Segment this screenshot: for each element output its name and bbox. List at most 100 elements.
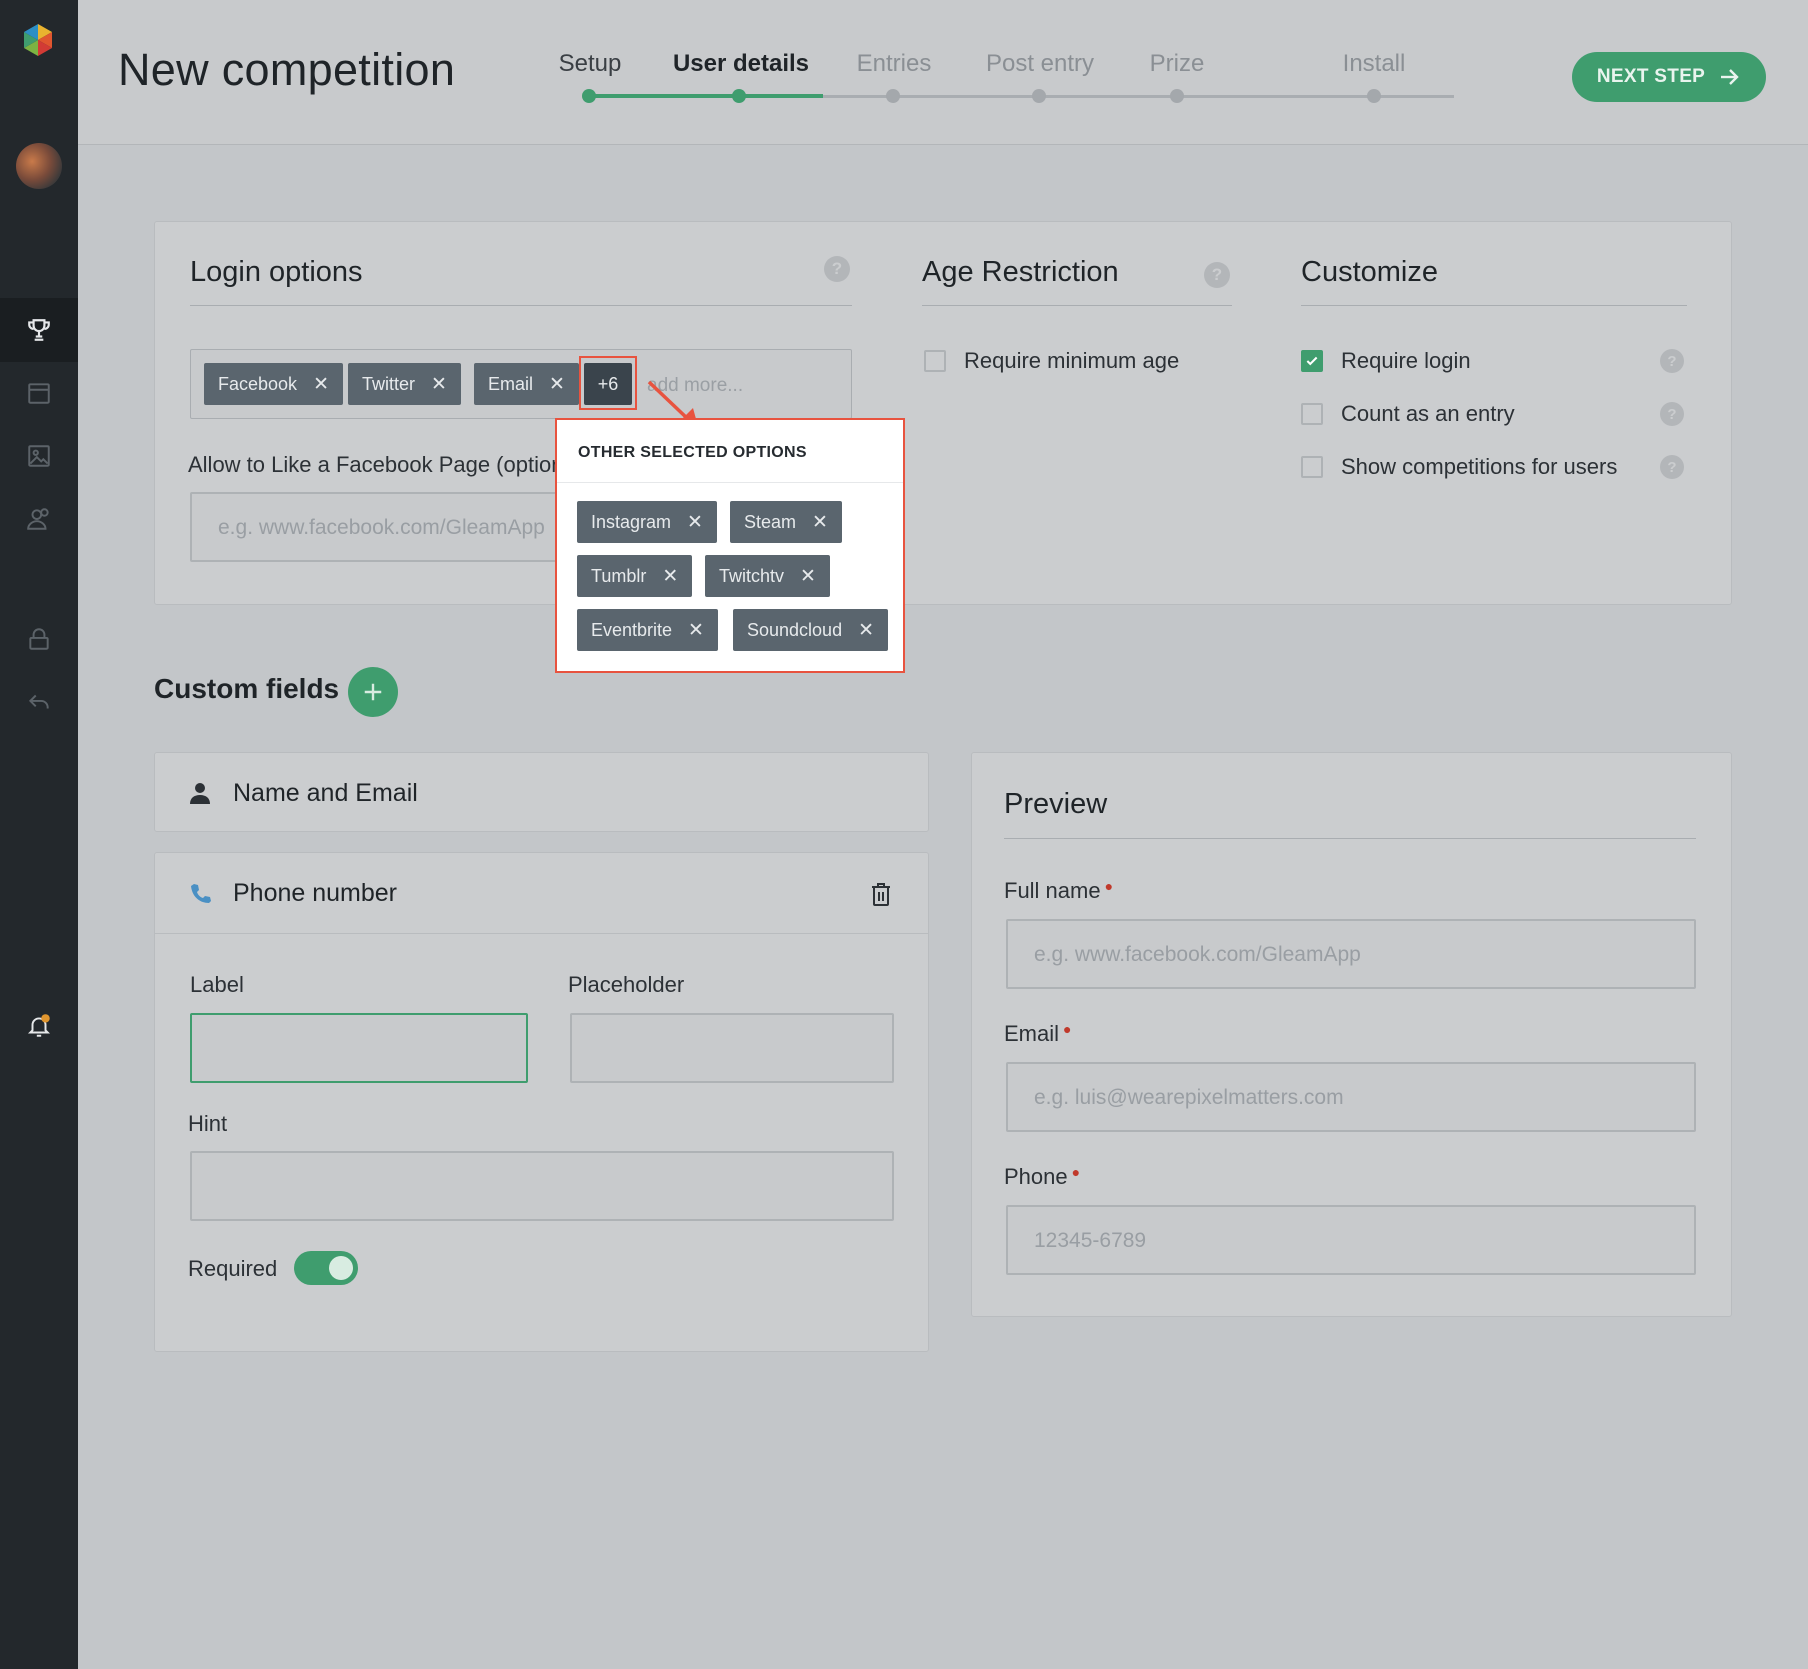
- login-options-help-icon[interactable]: ?: [824, 256, 850, 282]
- show-competitions-help-icon[interactable]: ?: [1660, 455, 1684, 479]
- close-icon[interactable]: ✕: [858, 619, 874, 642]
- require-min-age-option[interactable]: Require minimum age: [924, 348, 1179, 374]
- require-login-option[interactable]: Require login: [1301, 348, 1471, 374]
- preview-title: Preview: [1004, 788, 1108, 820]
- custom-fields-title: Custom fields: [154, 673, 340, 704]
- user-icon: [190, 783, 210, 804]
- toggle-knob: [329, 1256, 353, 1280]
- count-as-entry-option[interactable]: Count as an entry: [1301, 401, 1515, 427]
- preview-phone-input[interactable]: 12345-6789: [1006, 1205, 1696, 1275]
- require-min-age-checkbox[interactable]: [924, 350, 946, 372]
- name-email-field-card[interactable]: Name and Email: [154, 752, 929, 832]
- show-competitions-option[interactable]: Show competitions for users: [1301, 454, 1617, 480]
- step-user-details[interactable]: User details: [673, 50, 809, 78]
- close-icon[interactable]: ✕: [688, 619, 704, 642]
- close-icon[interactable]: ✕: [800, 565, 816, 588]
- preview-email-placeholder: e.g. luis@wearepixelmatters.com: [1034, 1086, 1344, 1109]
- hint-field-label: Hint: [188, 1111, 228, 1136]
- tag-twitchtv[interactable]: Twitchtv ✕: [705, 555, 830, 597]
- tag-eventbrite[interactable]: Eventbrite ✕: [577, 609, 718, 651]
- phone-icon: [191, 884, 211, 903]
- required-toggle[interactable]: [294, 1251, 358, 1285]
- preview-email-text: Email: [1004, 1021, 1060, 1046]
- customize-divider: [1301, 305, 1687, 306]
- trash-icon[interactable]: [869, 881, 893, 907]
- preview-email-input[interactable]: e.g. luis@wearepixelmatters.com: [1006, 1062, 1696, 1132]
- facebook-page-label: Allow to Like a Facebook Page (optional): [188, 452, 560, 477]
- label-input[interactable]: [190, 1013, 528, 1083]
- image-icon: [28, 445, 50, 467]
- step-post-entry[interactable]: Post entry: [986, 50, 1094, 78]
- facebook-page-placeholder: e.g. www.facebook.com/GleamApp: [218, 516, 545, 539]
- login-options-title: Login options: [190, 256, 363, 288]
- sidebar-item-calendar[interactable]: [0, 361, 78, 425]
- name-email-label: Name and Email: [233, 779, 418, 807]
- tag-tumblr[interactable]: Tumblr ✕: [577, 555, 693, 597]
- step-install[interactable]: Install: [1343, 50, 1406, 78]
- check-icon: [1306, 356, 1318, 366]
- close-icon[interactable]: ✕: [687, 511, 703, 534]
- hint-input[interactable]: [190, 1151, 894, 1221]
- close-icon[interactable]: ✕: [812, 511, 828, 534]
- phone-field-label: Phone number: [233, 879, 398, 907]
- avatar[interactable]: [16, 143, 62, 189]
- preview-phone-label: Phone ●: [1004, 1164, 1080, 1190]
- trophy-icon: [28, 319, 50, 341]
- step-setup[interactable]: Setup: [559, 50, 622, 78]
- preview-full-name-input[interactable]: e.g. www.facebook.com/GleamApp: [1006, 919, 1696, 989]
- step-entries[interactable]: Entries: [857, 50, 932, 78]
- app-logo-icon[interactable]: [20, 22, 56, 58]
- lock-icon: [29, 628, 49, 650]
- tag-steam[interactable]: Steam ✕: [730, 501, 842, 543]
- tag-label: Eventbrite: [591, 619, 673, 640]
- close-icon[interactable]: ✕: [313, 373, 329, 396]
- placeholder-input[interactable]: [570, 1013, 894, 1083]
- tag-label: Steam: [744, 511, 797, 532]
- plus-icon: [364, 683, 382, 701]
- count-as-entry-label: Count as an entry: [1341, 401, 1515, 426]
- close-icon[interactable]: ✕: [431, 373, 447, 396]
- sidebar-item-users[interactable]: [0, 487, 78, 551]
- required-marker: ●: [1104, 878, 1114, 894]
- require-login-help-icon[interactable]: ?: [1660, 349, 1684, 373]
- sidebar-item-account[interactable]: [0, 607, 78, 671]
- preview-full-name-placeholder: e.g. www.facebook.com/GleamApp: [1034, 943, 1361, 966]
- bell-icon: [27, 1014, 51, 1037]
- tag-label: Email: [488, 373, 534, 394]
- sidebar-item-media[interactable]: [0, 424, 78, 488]
- close-icon[interactable]: ✕: [549, 373, 565, 396]
- sidebar: [0, 0, 78, 1669]
- step-dot-setup: [582, 89, 596, 103]
- next-step-button[interactable]: NEXT STEP: [1572, 52, 1766, 102]
- close-icon[interactable]: ✕: [662, 565, 678, 588]
- label-field-label: Label: [190, 972, 244, 997]
- tag-email[interactable]: Email ✕: [474, 363, 579, 405]
- tag-facebook[interactable]: Facebook ✕: [204, 363, 343, 405]
- preview-phone-text: Phone: [1004, 1164, 1068, 1189]
- tag-label: Instagram: [591, 511, 672, 532]
- tag-soundcloud[interactable]: Soundcloud ✕: [733, 609, 889, 651]
- show-competitions-label: Show competitions for users: [1341, 454, 1618, 479]
- preview-full-name-label: Full name ●: [1004, 878, 1113, 904]
- count-as-entry-help-icon[interactable]: ?: [1660, 402, 1684, 426]
- age-restriction-help-icon[interactable]: ?: [1204, 262, 1230, 288]
- require-login-label: Require login: [1341, 348, 1471, 373]
- sidebar-item-logout[interactable]: [0, 670, 78, 734]
- required-marker: ●: [1071, 1164, 1081, 1180]
- add-custom-field-button[interactable]: [348, 667, 398, 717]
- sidebar-item-competitions[interactable]: [0, 298, 78, 362]
- sidebar-item-notifications[interactable]: [0, 994, 78, 1058]
- phone-field-divider: [155, 933, 928, 934]
- popover-title: OTHER SELECTED OPTIONS: [578, 444, 807, 461]
- tag-instagram[interactable]: Instagram ✕: [577, 501, 717, 543]
- tag-twitter[interactable]: Twitter ✕: [348, 363, 461, 405]
- top-bar: New competition Setup User details Entri…: [78, 0, 1808, 145]
- step-dot-user-details: [732, 89, 746, 103]
- preview-divider: [1004, 838, 1696, 839]
- step-prize[interactable]: Prize: [1150, 50, 1205, 78]
- show-competitions-checkbox[interactable]: [1301, 456, 1323, 478]
- facebook-page-input[interactable]: e.g. www.facebook.com/GleamApp: [190, 492, 562, 562]
- require-login-checkbox[interactable]: [1301, 350, 1323, 372]
- count-as-entry-checkbox[interactable]: [1301, 403, 1323, 425]
- arrow-right-icon: [1721, 69, 1739, 85]
